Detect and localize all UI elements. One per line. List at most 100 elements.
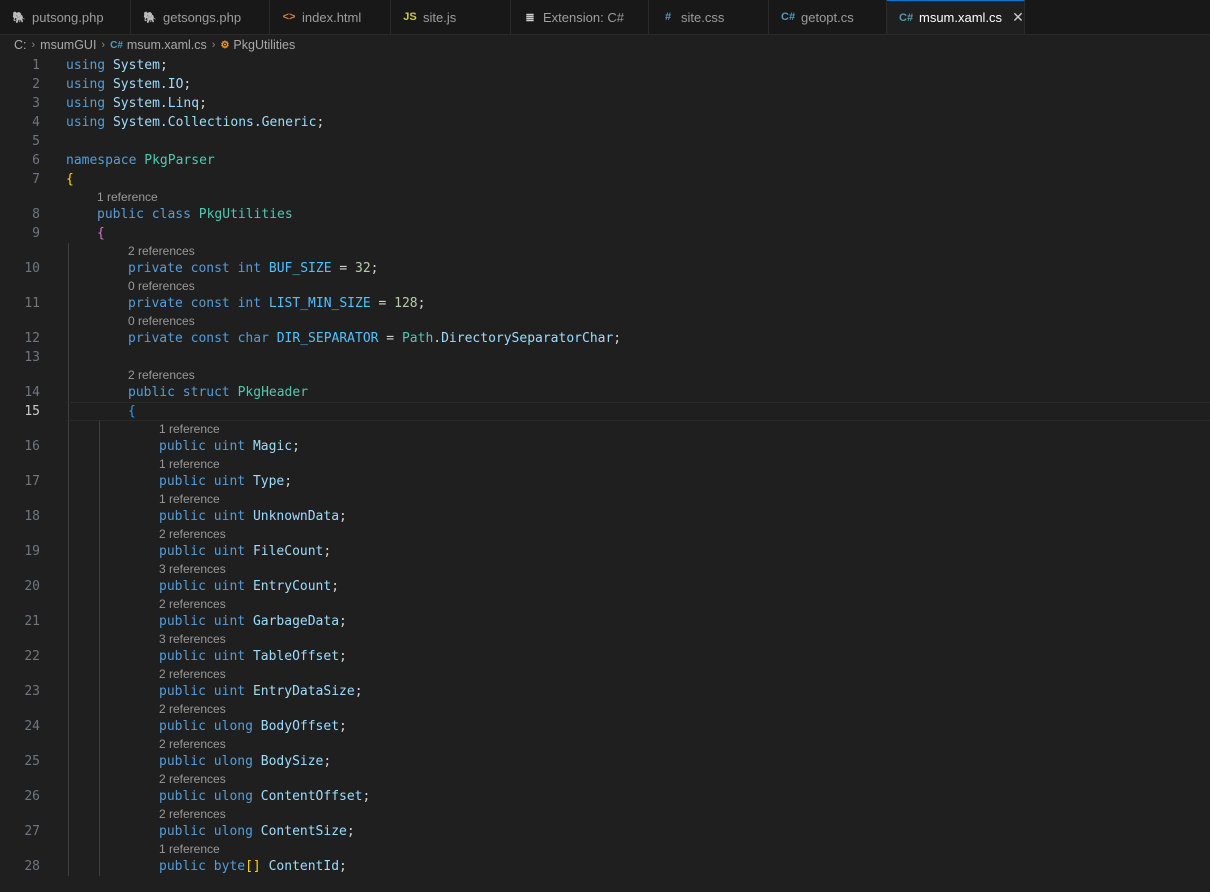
code-line[interactable]: 25 public ulong BodySize; [0, 752, 1210, 771]
codelens-link[interactable]: 0 references [128, 313, 195, 329]
chevron-right-icon: › [211, 39, 216, 51]
code-token: ; [183, 77, 192, 92]
code-text: public ulong BodySize; [159, 752, 331, 771]
code-token: DirectorySeparatorChar [441, 331, 614, 346]
code-line[interactable]: 14 public struct PkgHeader [0, 383, 1210, 402]
code-line[interactable]: 24 public ulong BodyOffset; [0, 717, 1210, 736]
code-token: = [331, 261, 356, 276]
code-editor[interactable]: 1 using System; 2 using System.IO; 3 using Sy… [0, 56, 1210, 876]
code-line[interactable]: 2 using System.IO; [0, 75, 1210, 94]
codelens-link[interactable]: 2 references [159, 771, 226, 787]
codelens-link[interactable]: 2 references [159, 526, 226, 542]
codelens-link[interactable]: 2 references [159, 806, 226, 822]
codelens-link[interactable]: 1 reference [97, 189, 158, 205]
codelens-link[interactable]: 2 references [159, 736, 226, 752]
code-line[interactable]: 16 public uint Magic; [0, 437, 1210, 456]
line-number: 13 [24, 350, 40, 365]
code-token: public [159, 649, 206, 664]
codelens-link[interactable]: 2 references [159, 666, 226, 682]
breadcrumb-symbol[interactable]: PkgUtilities [233, 38, 295, 52]
codelens-link[interactable]: 3 references [159, 631, 226, 647]
tab-msum-xaml[interactable]: C# msum.xaml.cs ✕ [887, 0, 1025, 34]
code-line[interactable]: 22 public uint TableOffset; [0, 647, 1210, 666]
tab-site-css[interactable]: # site.css [649, 0, 769, 34]
code-token: ; [339, 719, 347, 734]
codelens-link[interactable]: 2 references [159, 701, 226, 717]
code-text: public uint FileCount; [159, 542, 331, 561]
code-line[interactable]: 9{ [0, 224, 1210, 243]
breadcrumb-file[interactable]: msum.xaml.cs [127, 38, 207, 52]
code-line[interactable]: 10 private const int BUF_SIZE = 32; [0, 259, 1210, 278]
codelens-link[interactable]: 1 reference [159, 421, 220, 437]
code-token: PkgUtilities [198, 207, 293, 222]
breadcrumb-folder[interactable]: msumGUI [40, 38, 96, 52]
code-token: ; [362, 789, 371, 804]
indent-guide [68, 631, 69, 647]
code-line[interactable]: 19 public uint FileCount; [0, 542, 1210, 561]
code-text: private const int LIST_MIN_SIZE = 128; [128, 294, 425, 313]
codelens-link[interactable]: 1 reference [159, 841, 220, 857]
line-number: 21 [24, 614, 40, 629]
indent-guide [68, 507, 69, 526]
tab-label: site.css [681, 9, 725, 25]
indent-guide [99, 666, 100, 682]
code-text: public uint EntryCount; [159, 577, 339, 596]
codelens-link[interactable]: 2 references [128, 367, 195, 383]
code-line[interactable]: 5 [0, 132, 1210, 151]
tab-site-js[interactable]: JS site.js [391, 0, 511, 34]
code-token: struct [182, 385, 230, 400]
code-line[interactable]: 1 using System; [0, 56, 1210, 75]
tab-putsong[interactable]: 🐘 putsong.php [0, 0, 131, 34]
code-line[interactable]: 20 public uint EntryCount; [0, 577, 1210, 596]
indent-guide [68, 542, 69, 561]
php-icon: 🐘 [143, 11, 157, 24]
code-token: ; [354, 684, 363, 699]
tab-index[interactable]: <> index.html [270, 0, 391, 34]
codelens-link[interactable]: 2 references [128, 243, 195, 259]
code-text: using System.IO; [66, 75, 191, 94]
indent-guide [99, 857, 100, 876]
code-line[interactable]: 28 public byte[] ContentId; [0, 857, 1210, 876]
code-line[interactable]: 15 { [0, 402, 1210, 421]
tab-getopt[interactable]: C# getopt.cs [769, 0, 887, 34]
indent-guide [99, 717, 100, 736]
codelens-link[interactable]: 3 references [159, 561, 226, 577]
code-line[interactable]: 27 public ulong ContentSize; [0, 822, 1210, 841]
code-line[interactable]: 8 public class PkgUtilities [0, 205, 1210, 224]
codelens-link[interactable]: 0 references [128, 278, 195, 294]
code-token: ; [370, 261, 379, 276]
close-icon[interactable]: ✕ [1012, 9, 1024, 26]
code-line[interactable]: 18 public uint UnknownData; [0, 507, 1210, 526]
codelens-link[interactable]: 2 references [159, 596, 226, 612]
code-token: public [159, 439, 206, 454]
breadcrumb-drive[interactable]: C: [14, 38, 27, 52]
code-line[interactable]: 26 public ulong ContentOffset; [0, 787, 1210, 806]
html-icon: <> [282, 11, 296, 23]
code-line[interactable]: 3 using System.Linq; [0, 94, 1210, 113]
code-token: EntryDataSize [252, 684, 355, 699]
codelens-link[interactable]: 1 reference [159, 491, 220, 507]
indent-guide [68, 717, 69, 736]
code-line[interactable]: 21 public uint GarbageData; [0, 612, 1210, 631]
code-line[interactable]: 7{ [0, 170, 1210, 189]
code-token: uint [213, 509, 246, 524]
line-number: 6 [32, 153, 40, 168]
line-number: 17 [24, 474, 40, 489]
tab-getsongs[interactable]: 🐘 getsongs.php [131, 0, 270, 34]
code-line[interactable]: 6 namespace PkgParser [0, 151, 1210, 170]
indent-guide [68, 472, 69, 491]
tab-extension[interactable]: ≣ Extension: C# [511, 0, 649, 34]
code-line[interactable]: 11 private const int LIST_MIN_SIZE = 128; [0, 294, 1210, 313]
code-line[interactable]: 17 public uint Type; [0, 472, 1210, 491]
indent-guide [68, 383, 69, 402]
codelens-link[interactable]: 1 reference [159, 456, 220, 472]
code-line[interactable]: 12 private const char DIR_SEPARATOR = Pat… [0, 329, 1210, 348]
code-line[interactable]: 4 using System.Collections.Generic; [0, 113, 1210, 132]
code-line[interactable]: 13 [0, 348, 1210, 367]
code-line[interactable]: 23 public uint EntryDataSize; [0, 682, 1210, 701]
